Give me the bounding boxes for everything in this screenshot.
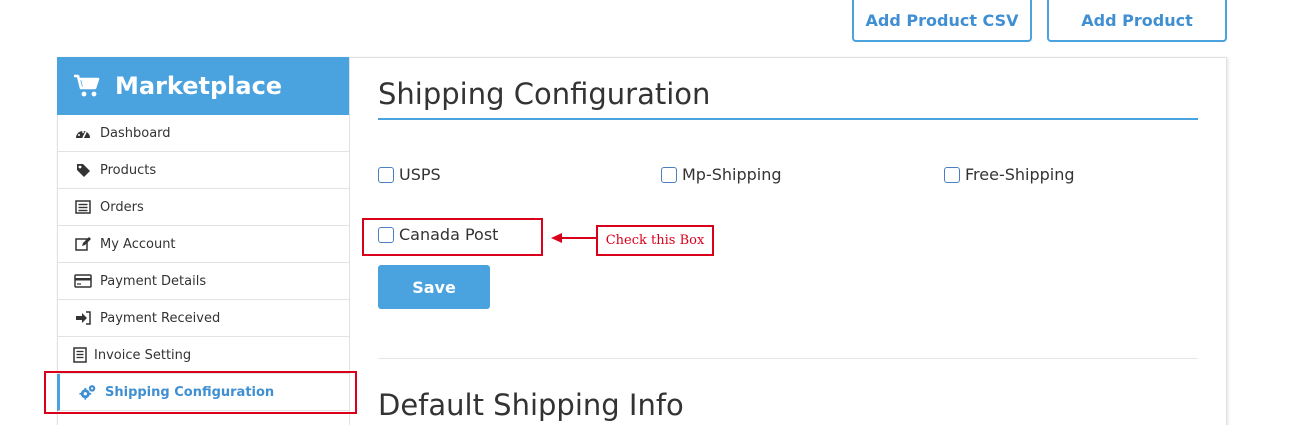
shopping-cart-icon (74, 74, 100, 97)
sidebar-item-payment-details[interactable]: Payment Details (57, 263, 349, 300)
dashboard-icon (74, 125, 92, 141)
sidebar: Marketplace Dashboard Products Orders My… (57, 57, 350, 425)
option-usps[interactable]: USPS (378, 165, 441, 184)
option-free-shipping[interactable]: Free-Shipping (944, 165, 1075, 184)
sign-in-icon (74, 310, 92, 326)
option-label: Mp-Shipping (682, 165, 782, 184)
sidebar-item-invoice-setting[interactable]: Invoice Setting (57, 337, 349, 374)
sidebar-item-label: Payment Received (100, 310, 221, 326)
sidebar-item-payment-received[interactable]: Payment Received (57, 300, 349, 337)
sidebar-header: Marketplace (57, 57, 349, 115)
sidebar-title: Marketplace (115, 72, 283, 100)
sidebar-item-orders[interactable]: Orders (57, 189, 349, 226)
sidebar-item-label: Payment Details (100, 273, 207, 289)
sidebar-item-my-account[interactable]: My Account (57, 226, 349, 263)
title-underline (378, 118, 1198, 120)
annotation-arrow-icon (551, 233, 597, 243)
sidebar-item-label: Orders (100, 199, 144, 215)
sidebar-item-label: Dashboard (100, 125, 171, 141)
sidebar-item-dashboard[interactable]: Dashboard (57, 115, 349, 152)
option-label: Free-Shipping (965, 165, 1075, 184)
option-label: USPS (399, 165, 441, 184)
add-product-csv-button[interactable]: Add Product CSV (852, 0, 1032, 42)
section-divider (378, 358, 1198, 359)
page-title: Shipping Configuration (378, 77, 711, 111)
invoice-icon (71, 347, 89, 363)
sidebar-item-label: My Account (100, 236, 176, 252)
section-title: Default Shipping Info (378, 388, 684, 422)
edit-icon (74, 236, 92, 252)
add-product-button[interactable]: Add Product (1047, 0, 1227, 42)
option-mp-shipping[interactable]: Mp-Shipping (661, 165, 782, 184)
tag-icon (74, 162, 92, 178)
annotation-note: Check this Box (596, 225, 714, 256)
save-button[interactable]: Save (378, 265, 490, 309)
list-icon (74, 199, 92, 215)
free-shipping-checkbox[interactable] (944, 166, 960, 183)
sidebar-item-label: Products (100, 162, 157, 178)
sidebar-item-products[interactable]: Products (57, 152, 349, 189)
highlight-box-canada-post (362, 218, 543, 256)
sidebar-item-label: Invoice Setting (94, 347, 192, 363)
usps-checkbox[interactable] (378, 166, 394, 183)
highlight-box-shipping-configuration (44, 371, 357, 414)
credit-card-icon (74, 273, 92, 289)
mp-shipping-checkbox[interactable] (661, 166, 677, 183)
